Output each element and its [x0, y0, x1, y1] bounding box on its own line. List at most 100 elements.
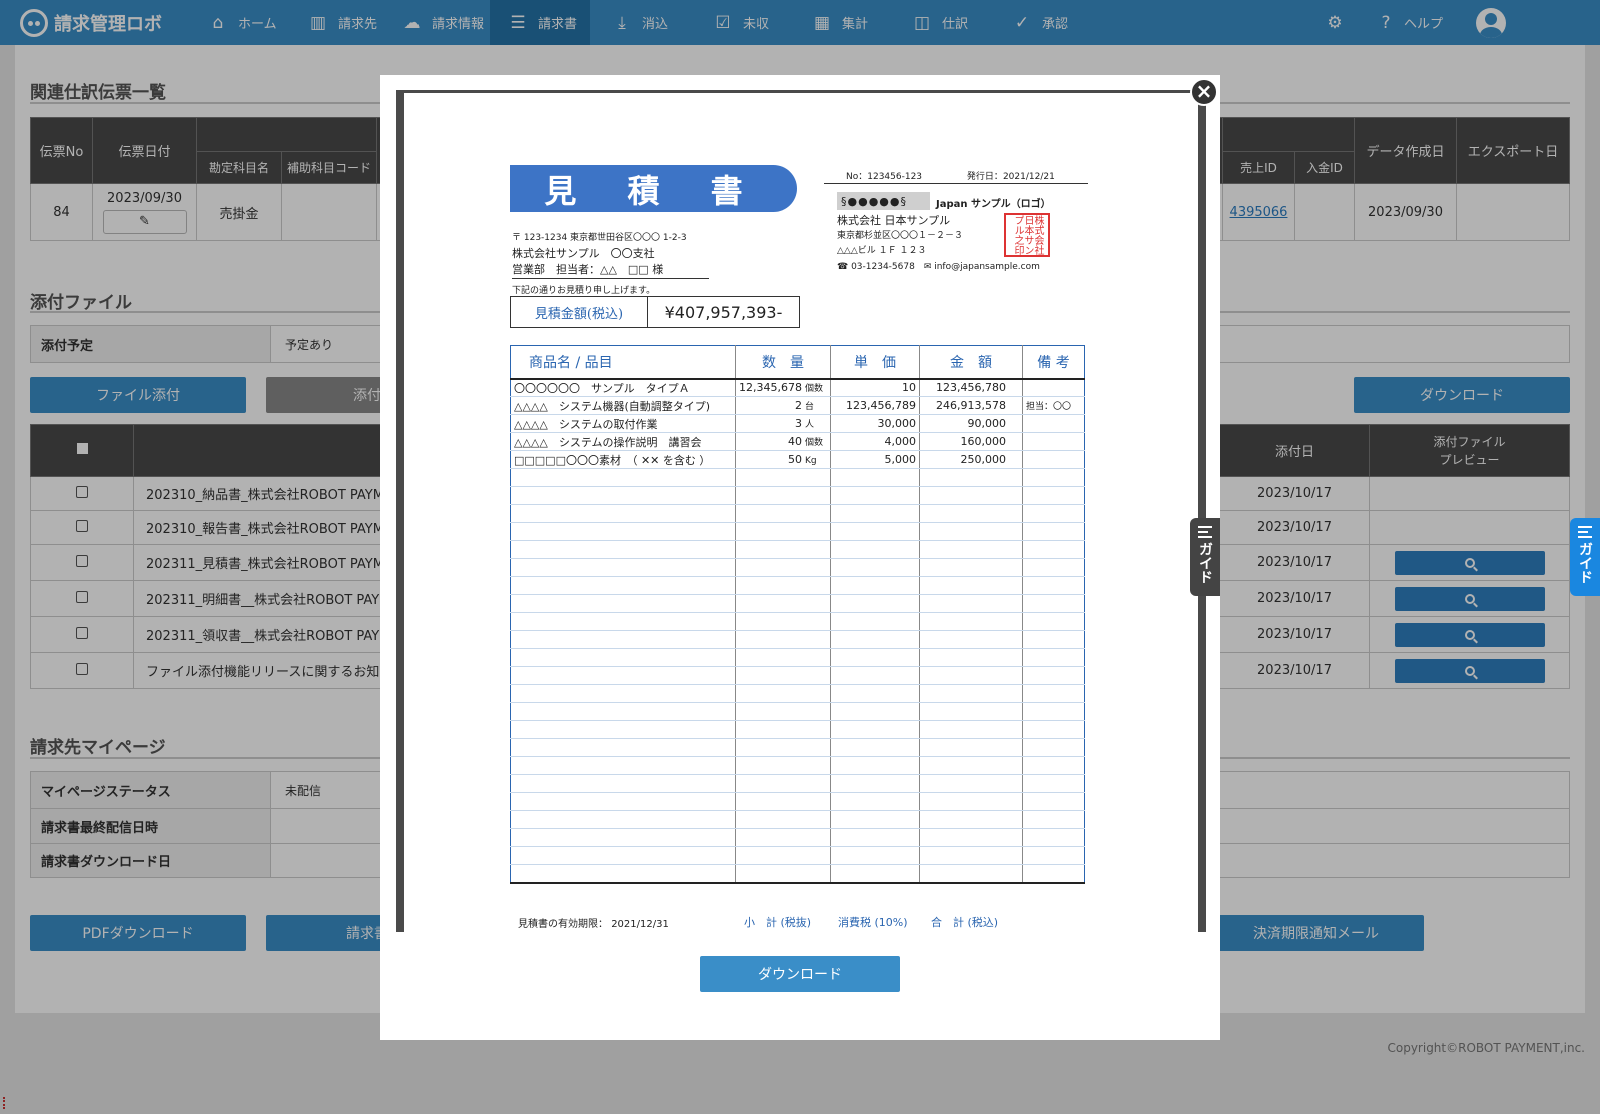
close-modal-button[interactable]: × [1190, 78, 1218, 106]
empty-cell [1022, 738, 1085, 757]
issuer-address: 東京都杉並区〇〇〇１－２－３ [837, 231, 964, 241]
valid-label: 見積書の有効期限： [518, 919, 608, 930]
col-unit-price: 単 価 [830, 345, 920, 380]
issuer-logo-suffix: Japan サンプル（ロゴ） [936, 199, 1051, 210]
empty-cell [919, 756, 1023, 775]
guide-icon [1198, 526, 1212, 538]
empty-cell [1022, 504, 1085, 523]
empty-cell [735, 594, 831, 613]
empty-cell [830, 846, 920, 865]
empty-cell [919, 738, 1023, 757]
item-note [1022, 414, 1085, 433]
item-price: 4,000 [830, 432, 920, 451]
empty-cell [919, 810, 1023, 829]
empty-cell [735, 468, 831, 487]
empty-cell [830, 648, 920, 667]
empty-row [510, 738, 1085, 757]
empty-row [510, 648, 1085, 667]
item-qty-cell: 12,345,678 個数 [735, 378, 831, 397]
empty-cell [735, 612, 831, 631]
empty-cell [1022, 630, 1085, 649]
empty-row [510, 630, 1085, 649]
col-note: 備 考 [1022, 345, 1085, 380]
item-amount: 250,000 [919, 450, 1023, 469]
empty-cell [510, 720, 736, 739]
empty-cell [510, 810, 736, 829]
empty-cell [1022, 648, 1085, 667]
empty-cell [919, 594, 1023, 613]
item-row: □□□□□〇〇〇素材 （ ✕✕ を含む ） 50 Kg 5,000 250,000 [510, 450, 1085, 469]
empty-cell [830, 810, 920, 829]
greeting: 下記の通りお見積り申し上げます。 [512, 286, 656, 296]
empty-cell [830, 540, 920, 559]
empty-cell [919, 576, 1023, 595]
subtotal-label: 小 計 (税抜) [744, 916, 812, 929]
empty-cell [510, 756, 736, 775]
valid-date: 2021/12/31 [611, 919, 669, 930]
empty-cell [830, 594, 920, 613]
empty-cell [1022, 468, 1085, 487]
empty-cell [510, 684, 736, 703]
empty-cell [830, 558, 920, 577]
doc-issue-date: 2021/12/21 [1002, 172, 1055, 182]
empty-cell [830, 738, 920, 757]
recipient-address: 〒 123-1234 東京都世田谷区〇〇〇 1-2-3 [512, 233, 687, 243]
item-price: 30,000 [830, 414, 920, 433]
empty-cell [510, 738, 736, 757]
item-amount: 123,456,780 [919, 378, 1023, 397]
item-note: 担当：〇〇 [1022, 396, 1085, 415]
empty-cell [510, 504, 736, 523]
empty-cell [735, 486, 831, 505]
amount-value: ¥407,957,393- [664, 302, 783, 322]
empty-cell [830, 630, 920, 649]
empty-cell [919, 540, 1023, 559]
empty-cell [830, 576, 920, 595]
empty-cell [830, 504, 920, 523]
empty-cell [735, 720, 831, 739]
empty-cell [510, 486, 736, 505]
modal-download-button[interactable]: ダウンロード [700, 956, 900, 992]
empty-cell [510, 540, 736, 559]
empty-cell [735, 810, 831, 829]
empty-cell [1022, 864, 1085, 884]
empty-cell [919, 684, 1023, 703]
empty-cell [735, 792, 831, 811]
empty-row [510, 720, 1085, 739]
item-row: △△△△ システムの操作説明 講習会 40 個数 4,000 160,000 [510, 432, 1085, 451]
guide-tab-modal[interactable]: ガイド [1190, 518, 1220, 596]
empty-cell [735, 828, 831, 847]
valid-until: 見積書の有効期限： 2021/12/31 [518, 915, 669, 930]
empty-row [510, 504, 1085, 523]
empty-cell [1022, 486, 1085, 505]
empty-row [510, 486, 1085, 505]
empty-cell [735, 558, 831, 577]
empty-cell [735, 522, 831, 541]
item-qty: 40 [788, 435, 802, 448]
doc-issue-label: 発行日： [966, 172, 1003, 182]
item-qty: 2 [795, 399, 802, 412]
issuer-building: △△△ビル １Ｆ １２３ [837, 246, 927, 256]
empty-cell [510, 846, 736, 865]
item-price: 123,456,789 [830, 396, 920, 415]
empty-row [510, 594, 1085, 613]
empty-cell [510, 864, 736, 884]
empty-cell [735, 576, 831, 595]
empty-cell [919, 828, 1023, 847]
empty-cell [1022, 522, 1085, 541]
empty-row [510, 558, 1085, 577]
empty-cell [510, 792, 736, 811]
empty-cell [919, 486, 1023, 505]
empty-cell [1022, 756, 1085, 775]
document-viewer[interactable]: 見 積 書 No：123456-123 発行日：2021/12/21 〒 123… [396, 90, 1206, 932]
empty-cell [510, 576, 736, 595]
empty-cell [830, 702, 920, 721]
empty-row [510, 540, 1085, 559]
empty-row [510, 522, 1085, 541]
empty-cell [830, 684, 920, 703]
item-unit: 人 [805, 420, 815, 430]
empty-cell [510, 630, 736, 649]
empty-row [510, 810, 1085, 829]
guide-tab[interactable]: ガイド [1570, 518, 1600, 596]
item-unit: 個数 [805, 438, 824, 448]
company-seal: 株式会社日本サンプル之印 [1004, 213, 1050, 257]
